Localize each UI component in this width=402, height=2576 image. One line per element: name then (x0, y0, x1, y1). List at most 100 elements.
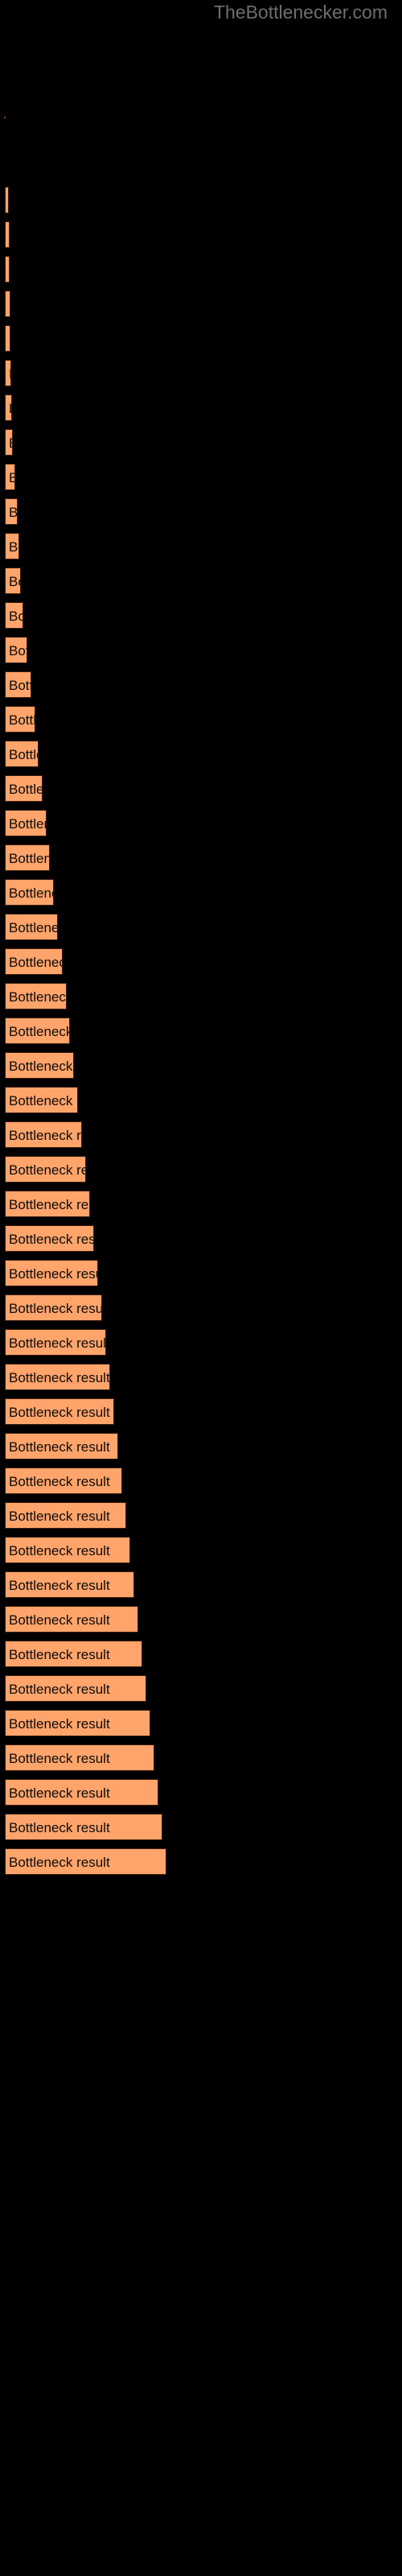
chart-bar-row: Bottleneck result (5, 1710, 150, 1736)
chart-bar-label: Bottleneck result (9, 1439, 110, 1455)
chart-bar[interactable]: Bottleneck result (5, 256, 10, 283)
chart-bar[interactable]: Bottleneck result (5, 187, 9, 213)
chart-bar[interactable]: Bottleneck result (5, 1502, 126, 1529)
chart-bar-label: Bottleneck result (9, 539, 18, 555)
chart-bar[interactable]: Bottleneck result (5, 983, 67, 1009)
chart-bar-row: Bottleneck result (5, 187, 9, 213)
chart-bar[interactable]: Bottleneck result (5, 948, 63, 975)
chart-bar-row: Bottleneck result (5, 602, 23, 629)
chart-bar[interactable]: Bottleneck result (5, 914, 58, 940)
chart-bar[interactable]: Bottleneck result (5, 1052, 74, 1079)
chart-bar[interactable]: Bottleneck result (5, 1329, 106, 1356)
chart-bar[interactable]: Bottleneck result (5, 706, 35, 733)
chart-bar[interactable]: Bottleneck result (5, 394, 12, 421)
chart-bar[interactable]: Bottleneck result (5, 1398, 114, 1425)
chart-bar[interactable]: Bottleneck result (5, 1294, 102, 1321)
chart-bar[interactable]: Bottleneck result (5, 1121, 82, 1148)
chart-bar-label: Bottleneck result (9, 1751, 110, 1766)
chart-bar-label: Bottleneck result (9, 989, 67, 1005)
chart-bar[interactable]: Bottleneck result (5, 1779, 158, 1806)
chart-bar-label: Bottleneck result (9, 1370, 110, 1385)
chart-bar-label: Bottleneck result (9, 782, 42, 797)
chart-bar-label: Bottleneck result (9, 1785, 110, 1801)
chart-bar[interactable]: Bottleneck result (5, 1087, 78, 1113)
chart-bar[interactable]: Bottleneck result (5, 291, 10, 317)
chart-bar-label: Bottleneck result (9, 1335, 106, 1351)
chart-bar[interactable]: Bottleneck result (5, 1814, 162, 1840)
chart-bar[interactable]: Bottleneck result (5, 1571, 134, 1598)
chart-bar[interactable]: Bottleneck result (5, 844, 50, 871)
chart-bar-row: Bottleneck result (5, 464, 15, 490)
chart-bar-label: Bottleneck result (9, 1405, 110, 1420)
chart-bar-row: Bottleneck result (5, 1052, 74, 1079)
chart-bar[interactable]: Bottleneck result (5, 1364, 110, 1390)
chart-bar-row: Bottleneck result (5, 1364, 110, 1390)
chart-bar-label: Bottleneck result (9, 712, 35, 728)
chart-bar[interactable]: Bottleneck result (5, 810, 47, 836)
chart-bar-label: Bottleneck result (9, 643, 27, 658)
chart-bar[interactable]: Bottleneck result (5, 1641, 142, 1667)
chart-bar[interactable]: Bottleneck result (5, 1710, 150, 1736)
chart-bar-row: Bottleneck result (5, 325, 10, 352)
chart-bar-row: Bottleneck result (5, 1398, 114, 1425)
chart-bar[interactable]: Bottleneck result (5, 602, 23, 629)
chart-bar-label: Bottleneck result (9, 1682, 110, 1697)
chart-bar-row: Bottleneck result (5, 1121, 82, 1148)
chart-bar[interactable]: Bottleneck result (5, 1537, 130, 1563)
chart-bar[interactable]: Bottleneck result (5, 1675, 146, 1702)
chart-bar-row: Bottleneck result (5, 844, 50, 871)
chart-bar-row: Bottleneck result (5, 291, 10, 317)
chart-bar[interactable]: Bottleneck result (5, 325, 10, 352)
chart-bar-label: Bottleneck result (9, 1543, 110, 1558)
chart-bar-row: Bottleneck result (5, 360, 11, 386)
chart-bar[interactable]: Bottleneck result (5, 775, 43, 802)
chart-bar[interactable]: Bottleneck result (5, 1848, 166, 1875)
chart-bar-row: Bottleneck result (5, 1814, 162, 1840)
chart-bar-label: Bottleneck result (9, 1474, 110, 1489)
chart-bar[interactable]: Bottleneck result (5, 1606, 138, 1633)
chart-bar[interactable]: Bottleneck result (5, 741, 39, 767)
chart-bar[interactable]: Bottleneck result (5, 568, 21, 594)
chart-bar[interactable]: Bottleneck result (5, 879, 54, 906)
chart-bar-label: Bottleneck result (9, 955, 62, 970)
chart-bar[interactable]: Bottleneck result (5, 1156, 86, 1183)
chart-bar[interactable]: Bottleneck result (5, 1260, 98, 1286)
chart-bar-row: Bottleneck result (5, 706, 35, 733)
chart-bar-row: Bottleneck result (5, 1018, 70, 1044)
chart-bar[interactable]: Bottleneck result (5, 1018, 70, 1044)
chart-bar[interactable]: Bottleneck result (5, 1191, 90, 1217)
chart-bar-label: Bottleneck result (9, 361, 10, 386)
chart-bar-row: Bottleneck result (5, 1606, 138, 1633)
chart-bar-label: Bottleneck result (9, 1232, 94, 1247)
chart-bar-label: Bottleneck result (9, 222, 10, 248)
chart-bar-label: Bottleneck result (9, 1162, 85, 1178)
chart-bar[interactable]: Bottleneck result (5, 1433, 118, 1459)
chart-bar-label: Bottleneck result (9, 1820, 110, 1835)
chart-bar[interactable]: Bottleneck result (5, 221, 10, 248)
chart-bar-label: Bottleneck result (9, 464, 14, 489)
chart-bar[interactable]: Bottleneck result (5, 671, 31, 698)
chart-bar[interactable]: Bottleneck result (5, 1744, 154, 1771)
chart-bar[interactable]: Bottleneck result (5, 533, 19, 559)
chart-bar-label: Bottleneck result (9, 1612, 110, 1628)
chart-bar[interactable]: Bottleneck result (5, 498, 18, 525)
chart-bar[interactable]: Bottleneck result (5, 1468, 122, 1494)
chart-bar-row: Bottleneck result (5, 1225, 94, 1252)
chart-bar[interactable]: Bottleneck result (5, 464, 15, 490)
chart-bar[interactable]: Bottleneck result (5, 360, 11, 386)
chart-bar-row: Bottleneck result (5, 1537, 130, 1563)
chart-bar[interactable]: Bottleneck result (5, 429, 13, 456)
chart-bar-row: Bottleneck result (5, 775, 43, 802)
chart-bar-label: Bottleneck result (9, 326, 10, 351)
chart-bar-row: Bottleneck result (5, 983, 67, 1009)
chart-bar-row: Bottleneck result (5, 1641, 142, 1667)
chart-bar-row: Bottleneck result (5, 221, 10, 248)
chart-bar-row: Bottleneck result (5, 1502, 126, 1529)
chart-bar[interactable]: Bottleneck result (5, 637, 27, 663)
chart-bar-label: Bottleneck result (9, 920, 57, 935)
chart-bar[interactable]: Bottleneck result (5, 1225, 94, 1252)
chart-bar-row: Bottleneck result (5, 1329, 106, 1356)
chart-bar-row: Bottleneck result (5, 256, 10, 283)
chart-bar-label: Bottleneck result (9, 291, 10, 316)
chart-bar-row: Bottleneck result (5, 1191, 90, 1217)
